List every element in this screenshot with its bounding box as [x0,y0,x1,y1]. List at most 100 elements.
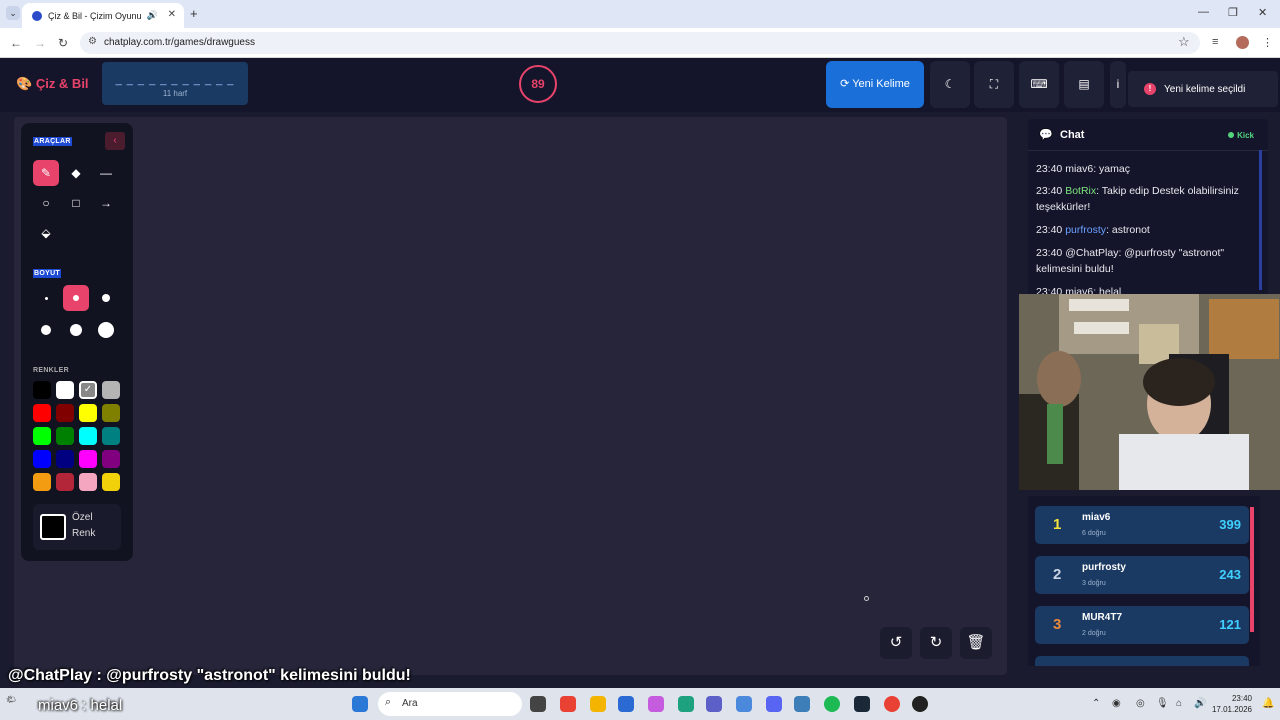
keyboard-icon[interactable]: ⌨ [1019,61,1059,108]
teams-icon[interactable] [706,696,722,712]
media-controls-icon[interactable]: ≡ [1212,36,1218,48]
chrome-active-icon[interactable] [884,696,900,712]
collapse-panel-icon[interactable]: ‹ [105,132,125,150]
tab-search-icon[interactable]: ⌄ [6,6,20,20]
new-word-button[interactable]: ⟳ Yeni Kelime [826,61,924,108]
monitor-app-icon[interactable] [794,696,810,712]
chat-scrollbar[interactable] [1259,150,1262,290]
color-swatch[interactable] [33,450,51,468]
tray-chevron-icon[interactable]: ⌃ [1092,698,1100,709]
forward-icon[interactable]: → [34,36,46,50]
dark-mode-toggle-icon[interactable]: ☾ [930,61,970,108]
arrow-tool-icon[interactable]: → [93,190,119,216]
color-swatch[interactable] [102,450,120,468]
speaker-icon[interactable]: 🔊 [147,10,158,21]
taskbar-search[interactable]: ⌕ Ara [378,692,522,716]
brush-size-3[interactable] [93,285,119,311]
color-swatch[interactable] [56,473,74,491]
obs-icon[interactable] [912,696,928,712]
notifications-icon[interactable]: 🔔 [1262,698,1274,709]
fill-bucket-icon[interactable]: ⬙ [33,220,59,246]
trash-icon[interactable]: 🗑 [960,627,992,659]
drawing-canvas[interactable] [14,117,1007,675]
copilot-icon[interactable] [648,696,664,712]
microphone-icon[interactable]: 🎙 [1156,698,1169,709]
color-swatch[interactable] [56,381,74,399]
color-swatch[interactable] [102,473,120,491]
reload-icon[interactable]: ↻ [58,36,68,50]
browser-tab[interactable]: Çiz & Bil - Çizim Oyunu 🔊 ✕ [22,3,184,28]
color-swatch[interactable] [102,427,120,445]
rank-number: 3 [1053,616,1062,633]
restore-icon[interactable]: ❐ [1228,6,1238,19]
store-icon[interactable] [618,696,634,712]
back-icon[interactable]: ← [10,36,22,50]
windows-start-icon[interactable] [352,696,368,712]
browser-menu-icon[interactable]: ⋮ [1262,36,1273,49]
color-swatch[interactable] [79,473,97,491]
taskbar-clock[interactable]: 23:40 17.01.2026 [1210,693,1252,715]
color-swatch[interactable]: ✓ [79,381,97,399]
bookmark-star-icon[interactable]: ☆ [1178,34,1190,50]
color-swatch[interactable] [79,427,97,445]
brush-size-1[interactable] [33,285,59,311]
new-tab-button[interactable]: + [190,6,198,21]
brush-size-6[interactable] [93,317,119,343]
info-icon[interactable]: i [1110,61,1126,108]
site-info-icon[interactable]: ⚙ [88,36,97,47]
rectangle-tool-icon[interactable]: □ [63,190,89,216]
chat-header: 💬 Chat Kick [1028,119,1268,151]
player-score: 243 [1219,567,1241,582]
close-tab-icon[interactable]: ✕ [168,9,176,20]
chrome-icon[interactable] [560,696,576,712]
url-text[interactable]: chatplay.com.tr/games/drawguess [104,37,255,48]
discord-icon[interactable] [766,696,782,712]
letter-count: 11 harf [162,89,188,98]
steam-icon[interactable] [854,696,870,712]
color-swatch[interactable] [56,450,74,468]
close-window-icon[interactable]: ✕ [1258,6,1267,19]
tray-app-icon[interactable]: ◉ [1112,698,1121,709]
color-swatch[interactable] [79,450,97,468]
tray-app2-icon[interactable]: ◎ [1136,698,1145,709]
custom-color-label: Özel Renk [72,512,96,539]
custom-color-button[interactable]: Özel Renk [33,504,121,550]
toast-text: Yeni kelime seçildi [1164,83,1246,95]
color-swatch[interactable] [102,404,120,422]
archive-icon[interactable]: ▤ [1064,61,1104,108]
color-swatch[interactable] [102,381,120,399]
volume-icon[interactable]: 🔊 [1194,698,1206,709]
app-icon[interactable] [736,696,752,712]
color-swatch[interactable] [79,404,97,422]
file-explorer-icon[interactable] [590,696,606,712]
pencil-icon[interactable]: ✎ [33,160,59,186]
color-swatch[interactable] [56,404,74,422]
leaderboard-row [1035,656,1249,666]
edge-icon[interactable] [678,696,694,712]
line-tool-icon[interactable]: — [93,160,119,186]
undo-icon[interactable]: ↺ [880,627,912,659]
webcam-overlay [1019,294,1280,490]
brush-size-4[interactable] [33,317,59,343]
color-swatch[interactable] [33,473,51,491]
task-view-icon[interactable] [530,696,546,712]
spotify-icon[interactable] [824,696,840,712]
chat-message: 23:40 @ChatPlay: @purfrosty "astronot" k… [1036,247,1225,275]
color-swatch[interactable] [56,427,74,445]
network-icon[interactable]: ⌂ [1176,698,1182,709]
color-swatch[interactable] [33,404,51,422]
brush-size-5[interactable] [63,317,89,343]
minimize-icon[interactable]: — [1198,6,1209,18]
leaderboard-scrollbar[interactable] [1250,507,1254,632]
eraser-icon[interactable]: ◆ [63,160,89,186]
stream-overlay-message: @ChatPlay : @purfrosty "astronot" kelime… [8,667,411,684]
weather-widget[interactable]: 🌤 [6,695,16,704]
fullscreen-icon[interactable]: ⛶ [974,61,1014,108]
color-swatch[interactable] [33,381,51,399]
chat-bubbles-icon: 💬 [1039,129,1053,141]
circle-tool-icon[interactable]: ○ [33,190,59,216]
brush-size-2[interactable] [63,285,89,311]
redo-icon[interactable]: ↻ [920,627,952,659]
color-swatch[interactable] [33,427,51,445]
profile-avatar[interactable] [1236,36,1249,49]
